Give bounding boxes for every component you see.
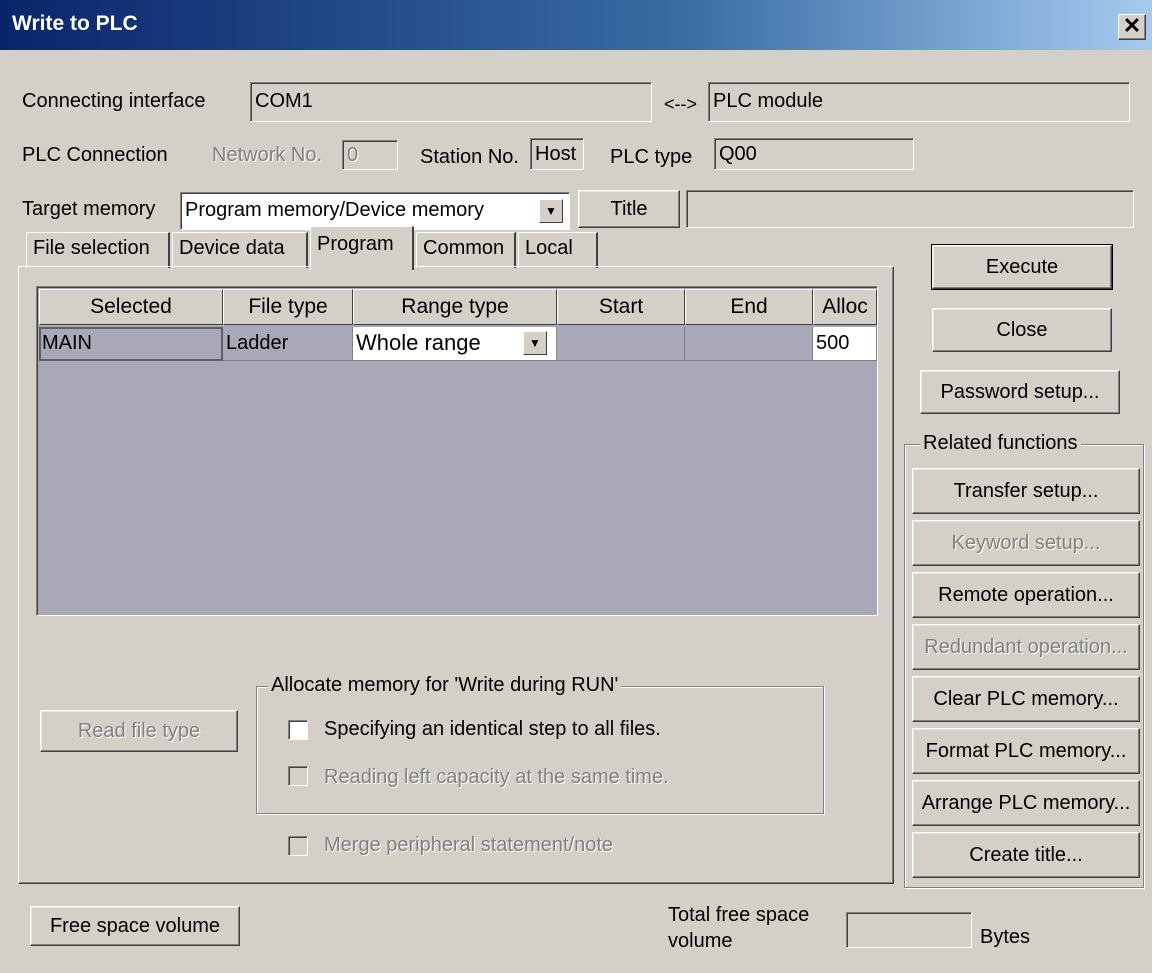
password-setup-button[interactable]: Password setup... — [920, 370, 1120, 414]
format-plc-memory-button[interactable]: Format PLC memory... — [912, 728, 1140, 774]
tab-common[interactable]: Common — [416, 232, 516, 268]
column-header-alloc[interactable]: Alloc — [813, 289, 877, 325]
tab-device-data[interactable]: Device data — [172, 232, 308, 268]
network-no-field: 0 — [342, 140, 398, 170]
plc-module-field: PLC module — [708, 82, 1130, 122]
total-free-space-field — [846, 912, 972, 948]
column-header-range-type[interactable]: Range type — [353, 289, 557, 325]
identical-step-checkbox[interactable] — [288, 720, 308, 740]
tab-local[interactable]: Local — [518, 232, 598, 268]
allocate-memory-group — [256, 686, 824, 814]
network-no-label: Network No. — [212, 144, 323, 166]
column-header-end[interactable]: End — [685, 289, 813, 325]
table-cell-end[interactable] — [685, 327, 813, 361]
interface-field: COM1 — [250, 82, 652, 122]
column-header-selected[interactable]: Selected — [39, 289, 223, 325]
transfer-setup-button[interactable]: Transfer setup... — [912, 468, 1140, 514]
read-file-type-button[interactable]: Read file type — [40, 710, 238, 752]
execute-button[interactable]: Execute — [931, 244, 1113, 290]
tab-program[interactable]: Program — [310, 226, 414, 270]
range-type-value: Whole range — [356, 330, 481, 355]
clear-plc-memory-button[interactable]: Clear PLC memory... — [912, 676, 1140, 722]
title-bar: Write to PLC — [0, 0, 1152, 50]
table-cell-selected[interactable]: MAIN — [39, 327, 223, 361]
connecting-interface-label: Connecting interface — [22, 90, 206, 112]
close-button[interactable]: Close — [932, 308, 1112, 352]
related-functions-title: Related functions — [920, 432, 1081, 455]
title-button[interactable]: Title — [578, 190, 680, 228]
program-file-table[interactable]: Selected File type Range type Start End … — [36, 286, 878, 616]
table-cell-file-type[interactable]: Ladder — [223, 327, 353, 361]
merge-peripheral-label[interactable]: Merge peripheral statement/note — [324, 834, 613, 857]
chevron-down-icon[interactable]: ▼ — [539, 199, 563, 223]
chevron-down-icon[interactable]: ▼ — [523, 331, 547, 355]
target-memory-value: Program memory/Device memory — [185, 199, 484, 221]
arrange-plc-memory-button[interactable]: Arrange PLC memory... — [912, 780, 1140, 826]
total-free-space-label: Total free space — [668, 904, 810, 926]
redundant-operation-button[interactable]: Redundant operation... — [912, 624, 1140, 670]
column-header-file-type[interactable]: File type — [223, 289, 353, 325]
close-icon[interactable]: ✕ — [1118, 14, 1146, 40]
table-cell-start[interactable] — [557, 327, 685, 361]
allocate-memory-group-title: Allocate memory for 'Write during RUN' — [268, 674, 622, 697]
target-memory-label: Target memory — [22, 198, 156, 220]
plc-type-label: PLC type — [610, 146, 693, 168]
bytes-unit-label: Bytes — [980, 926, 1031, 948]
table-cell-alloc[interactable]: 500 — [813, 327, 877, 361]
plc-type-field: Q00 — [714, 138, 914, 170]
table-cell-range-type[interactable]: Whole range ▼ — [353, 327, 557, 361]
remote-operation-button[interactable]: Remote operation... — [912, 572, 1140, 618]
keyword-setup-button[interactable]: Keyword setup... — [912, 520, 1140, 566]
station-no-label: Station No. — [420, 146, 519, 168]
target-memory-select[interactable]: Program memory/Device memory ▼ — [180, 192, 570, 230]
free-space-volume-button[interactable]: Free space volume — [30, 906, 240, 946]
connection-arrow: <--> — [664, 94, 698, 114]
window-title: Write to PLC — [12, 12, 138, 35]
title-field — [686, 190, 1134, 228]
reading-left-capacity-label[interactable]: Reading left capacity at the same time. — [324, 766, 669, 789]
total-free-space-label-line2: volume — [668, 930, 733, 952]
merge-peripheral-checkbox[interactable] — [288, 836, 308, 856]
reading-left-capacity-checkbox[interactable] — [288, 766, 308, 786]
column-header-start[interactable]: Start — [557, 289, 685, 325]
create-title-button[interactable]: Create title... — [912, 832, 1140, 878]
identical-step-label[interactable]: Specifying an identical step to all file… — [324, 718, 661, 741]
station-no-field: Host — [530, 138, 584, 170]
plc-connection-label: PLC Connection — [22, 144, 168, 166]
tab-file-selection[interactable]: File selection — [26, 232, 170, 268]
